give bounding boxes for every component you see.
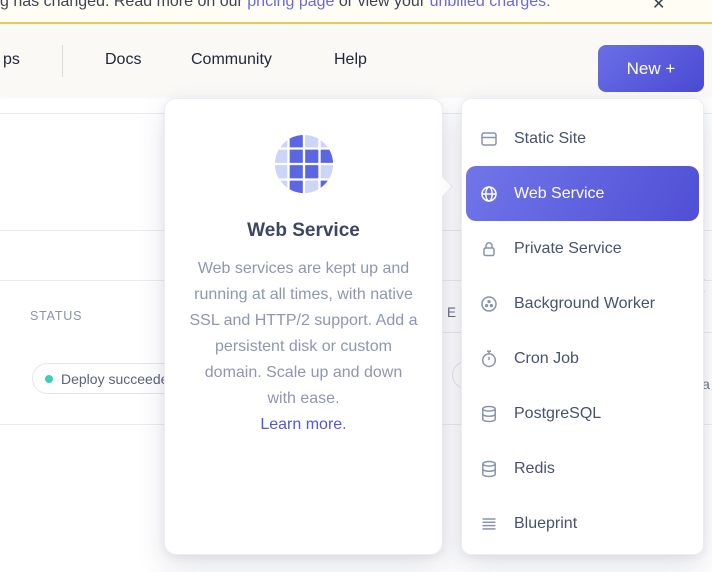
render-dashboard: STATUS E Deploy succeeded ( la g has cha…: [0, 0, 712, 572]
menu-item-blueprint[interactable]: Blueprint: [462, 496, 703, 551]
cron-job-icon: [479, 349, 499, 369]
menu-item-web-service[interactable]: Web Service: [466, 166, 699, 221]
nav-item-help[interactable]: Help: [334, 24, 367, 96]
learn-more-link[interactable]: Learn more.: [260, 412, 346, 438]
nav-item-community[interactable]: Community: [191, 24, 272, 96]
banner-text: g has changed. Read more on our: [0, 0, 247, 10]
globe-illustration-icon: [165, 133, 442, 200]
menu-item-private-service[interactable]: Private Service: [462, 221, 703, 276]
web-service-icon: [479, 184, 499, 204]
menu-item-label: Background Worker: [514, 295, 655, 313]
new-menu: Static Site Web Service Private Service Bac…: [461, 98, 704, 555]
nav-item-docs[interactable]: Docs: [105, 24, 141, 96]
banner-text: or view your: [334, 0, 429, 10]
menu-item-label: PostgreSQL: [514, 405, 601, 423]
top-nav: ps Docs Community Help New +: [0, 24, 712, 96]
pricing-page-link[interactable]: pricing page: [247, 0, 334, 10]
new-button[interactable]: New +: [598, 45, 704, 92]
web-service-popover: Web Service Web services are kept up and…: [164, 98, 443, 555]
menu-item-label: Private Service: [514, 240, 622, 258]
private-service-icon: [479, 239, 499, 259]
menu-item-label: Blueprint: [514, 515, 577, 533]
blueprint-icon: [479, 514, 499, 534]
postgresql-icon: [479, 404, 499, 424]
menu-item-label: Web Service: [514, 185, 604, 203]
unbilled-charges-link[interactable]: unbilled charges.: [430, 0, 551, 10]
nav-divider: [62, 45, 63, 77]
popover-title: Web Service: [165, 220, 442, 242]
popover-description: Web services are kept up and running at …: [185, 256, 422, 412]
menu-item-label: Redis: [514, 460, 555, 478]
pricing-banner: g has changed. Read more on our pricing …: [0, 0, 712, 24]
menu-item-background-worker[interactable]: Background Worker: [462, 276, 703, 331]
column-header-fragment: E: [447, 305, 457, 320]
pricing-banner-message: g has changed. Read more on our pricing …: [0, 0, 551, 11]
nav-item-apps-fragment[interactable]: ps: [3, 24, 20, 96]
static-site-icon: [479, 129, 499, 149]
status-column-header: STATUS: [30, 309, 82, 323]
status-dot-icon: [45, 375, 53, 383]
menu-item-label: Cron Job: [514, 350, 579, 368]
menu-item-static-site[interactable]: Static Site: [462, 111, 703, 166]
menu-item-redis[interactable]: Redis: [462, 441, 703, 496]
background-worker-icon: [479, 294, 499, 314]
menu-item-cron-job[interactable]: Cron Job: [462, 331, 703, 386]
redis-icon: [479, 459, 499, 479]
close-icon[interactable]: ✕: [652, 0, 665, 14]
menu-item-label: Static Site: [514, 130, 586, 148]
menu-item-postgresql[interactable]: PostgreSQL: [462, 386, 703, 441]
deploy-status-label: Deploy succeeded: [61, 371, 176, 387]
